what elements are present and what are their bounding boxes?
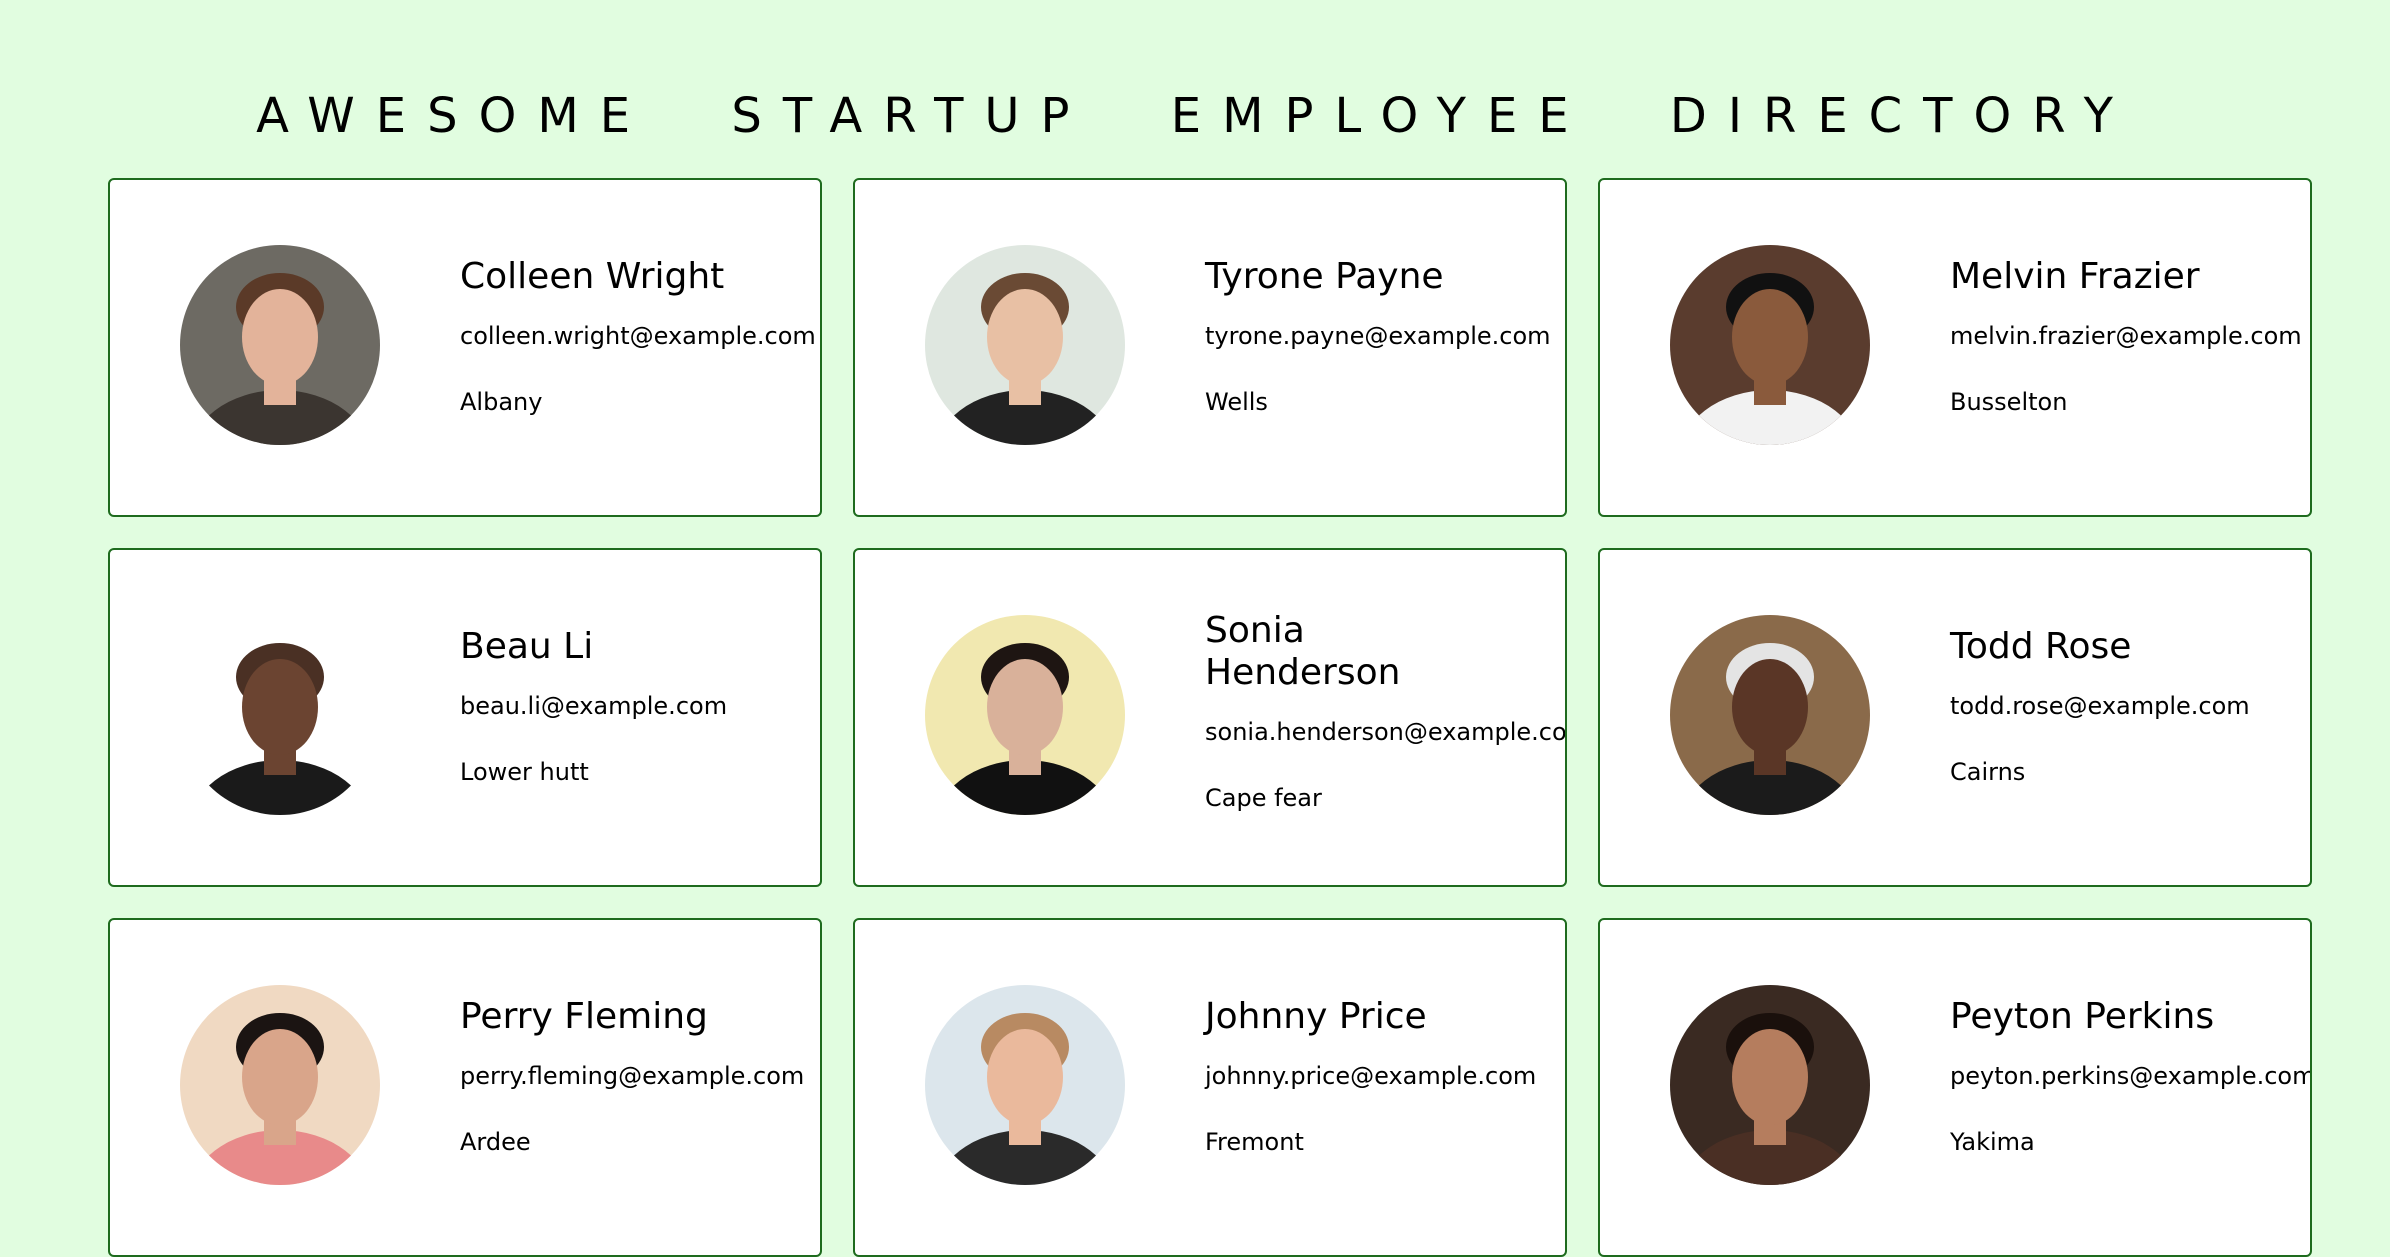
employee-avatar	[1670, 985, 1870, 1185]
employee-email: todd.rose@example.com	[1950, 692, 2250, 720]
employee-info: Colleen Wright colleen.wright@example.co…	[460, 256, 816, 418]
employee-city: Lower hutt	[460, 758, 589, 786]
page-title: AWESOME STARTUP EMPLOYEE DIRECTORY	[256, 88, 2134, 144]
person-photo-icon	[925, 245, 1125, 445]
employee-city: Yakima	[1950, 1128, 2035, 1156]
person-photo-icon	[1670, 985, 1870, 1185]
employee-card[interactable]: Colleen Wright colleen.wright@example.co…	[108, 178, 822, 517]
employee-city: Wells	[1205, 388, 1268, 416]
employee-avatar	[180, 985, 380, 1185]
employee-card[interactable]: Perry Fleming perry.fleming@example.com …	[108, 918, 822, 1257]
employee-card[interactable]: Sonia Henderson sonia.henderson@example.…	[853, 548, 1567, 887]
employee-info: Melvin Frazier melvin.frazier@example.co…	[1950, 256, 2302, 418]
employee-city: Fremont	[1205, 1128, 1304, 1156]
employee-avatar	[1670, 615, 1870, 815]
employee-name: Johnny Price	[1205, 996, 1427, 1037]
employee-email: johnny.price@example.com	[1205, 1062, 1537, 1090]
person-photo-icon	[925, 615, 1125, 815]
employee-name: Colleen Wright	[460, 256, 725, 297]
employee-city: Cape fear	[1205, 784, 1322, 812]
employee-email: sonia.henderson@example.com	[1205, 718, 1567, 746]
employee-name: Todd Rose	[1950, 626, 2132, 667]
employee-info: Tyrone Payne tyrone.payne@example.com We…	[1205, 256, 1551, 418]
employee-info: Todd Rose todd.rose@example.com Cairns	[1950, 626, 2290, 788]
employee-email: beau.li@example.com	[460, 692, 728, 720]
employee-name: Melvin Frazier	[1950, 256, 2200, 297]
employee-city: Ardee	[460, 1128, 531, 1156]
employee-avatar	[180, 615, 380, 815]
employee-card[interactable]: Johnny Price johnny.price@example.com Fr…	[853, 918, 1567, 1257]
person-photo-icon	[180, 615, 380, 815]
employee-card[interactable]: Tyrone Payne tyrone.payne@example.com We…	[853, 178, 1567, 517]
employee-email: peyton.perkins@example.com	[1950, 1062, 2312, 1090]
person-photo-icon	[925, 985, 1125, 1185]
employee-card[interactable]: Beau Li beau.li@example.com Lower hutt	[108, 548, 822, 887]
person-photo-icon	[180, 245, 380, 445]
employee-email: melvin.frazier@example.com	[1950, 322, 2302, 350]
employee-name: Beau Li	[460, 626, 594, 667]
employee-avatar	[925, 615, 1125, 815]
employee-info: Beau Li beau.li@example.com Lower hutt	[460, 626, 800, 788]
employee-name: Perry Fleming	[460, 996, 708, 1037]
employee-info: Peyton Perkins peyton.perkins@example.co…	[1950, 996, 2312, 1158]
employee-name: Peyton Perkins	[1950, 996, 2215, 1037]
employee-info: Sonia Henderson sonia.henderson@example.…	[1205, 610, 1567, 814]
employee-card[interactable]: Melvin Frazier melvin.frazier@example.co…	[1598, 178, 2312, 517]
employee-card[interactable]: Peyton Perkins peyton.perkins@example.co…	[1598, 918, 2312, 1257]
person-photo-icon	[180, 985, 380, 1185]
employee-email: colleen.wright@example.com	[460, 322, 816, 350]
employee-avatar	[180, 245, 380, 445]
employee-info: Johnny Price johnny.price@example.com Fr…	[1205, 996, 1545, 1158]
employee-city: Cairns	[1950, 758, 2026, 786]
employee-city: Busselton	[1950, 388, 2068, 416]
person-photo-icon	[1670, 245, 1870, 445]
employee-email: perry.fleming@example.com	[460, 1062, 805, 1090]
employee-grid: Colleen Wright colleen.wright@example.co…	[108, 178, 2312, 1257]
employee-card[interactable]: Todd Rose todd.rose@example.com Cairns	[1598, 548, 2312, 887]
person-photo-icon	[1670, 615, 1870, 815]
employee-avatar	[925, 245, 1125, 445]
employee-avatar	[925, 985, 1125, 1185]
employee-info: Perry Fleming perry.fleming@example.com …	[460, 996, 805, 1158]
employee-city: Albany	[460, 388, 543, 416]
employee-email: tyrone.payne@example.com	[1205, 322, 1551, 350]
employee-avatar	[1670, 245, 1870, 445]
employee-name: Tyrone Payne	[1205, 256, 1444, 297]
employee-name: Sonia Henderson	[1205, 610, 1401, 693]
